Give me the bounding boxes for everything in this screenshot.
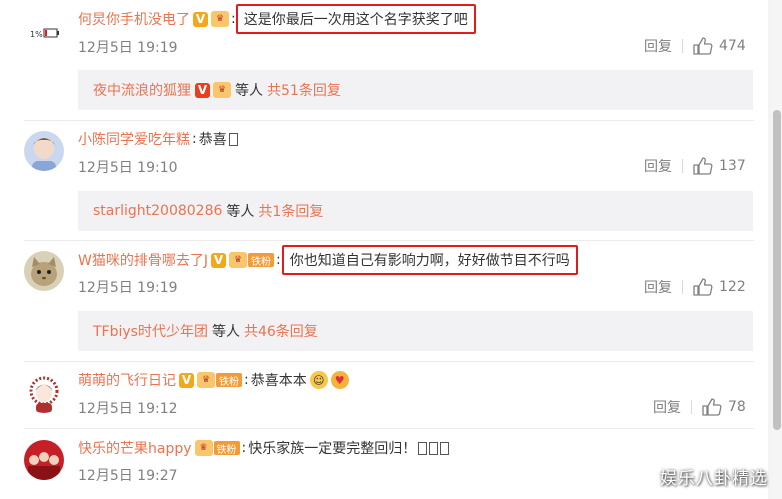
username[interactable]: 何炅你手机没电了 <box>78 9 190 29</box>
colon-separator: : <box>192 131 197 147</box>
thumbs-up-icon[interactable] <box>702 398 722 416</box>
comment-text: 快乐家族一定要完整回归！ <box>248 441 417 457</box>
reply-summary[interactable]: TFbiys时代少年团 等人 共46条回复 <box>78 311 753 351</box>
colon-separator: : <box>275 252 281 268</box>
vip-crown-icon: ♛ <box>194 440 213 456</box>
username[interactable]: 萌萌的飞行日记 <box>78 370 176 390</box>
colon-separator: : <box>241 440 247 456</box>
like-count: 122 <box>719 279 746 295</box>
reply-button[interactable]: 回复 <box>644 36 672 56</box>
action-divider <box>682 280 683 294</box>
reply-total-link[interactable]: 共46条回复 <box>244 321 318 341</box>
verified-v-icon: V <box>210 252 226 268</box>
reply-etc-label: 等人 <box>226 204 255 220</box>
missing-glyph-icon <box>418 441 428 455</box>
comment-text: 恭喜 <box>198 132 227 148</box>
reply-username[interactable]: starlight20080286 <box>93 203 222 219</box>
avatar[interactable] <box>24 251 64 291</box>
comment-text: 恭喜本本 <box>250 373 307 389</box>
comment-text: 这是你最后一次用这个名字获奖了吧 <box>243 12 468 28</box>
highlight-box: 你也知道自己有影响力啊，好好做节目不行吗 <box>281 245 578 275</box>
like-count: 474 <box>719 38 746 54</box>
avatar[interactable] <box>24 440 64 480</box>
comment-divider <box>24 428 754 429</box>
username[interactable]: 小陈同学爱吃年糕 <box>78 129 190 149</box>
reply-button[interactable]: 回复 <box>653 397 681 417</box>
comment-actions: 回复 137 <box>644 156 746 176</box>
avatar[interactable] <box>24 373 64 413</box>
reply-button[interactable]: 回复 <box>644 277 672 297</box>
thumbs-up-icon[interactable] <box>693 37 713 55</box>
reply-etc-label: 等人 <box>211 324 240 340</box>
missing-glyph-icon <box>228 132 238 146</box>
colon-separator: : <box>244 372 249 388</box>
reply-summary[interactable]: starlight20080286 等人 共1条回复 <box>78 191 753 231</box>
avatar[interactable] <box>24 131 64 171</box>
comment-text: 你也知道自己有影响力啊，好好做节目不行吗 <box>289 253 570 269</box>
reply-summary[interactable]: 夜中流浪的狐狸 V ♛ 等人 共51条回复 <box>78 70 753 110</box>
vip-crown-icon: ♛ <box>213 82 231 98</box>
action-divider <box>691 400 692 414</box>
grin-emoji-icon: ☺ <box>309 371 328 389</box>
vip-crown-icon: ♛ <box>197 372 215 388</box>
reply-button[interactable]: 回复 <box>644 156 672 176</box>
comment-date: 12月5日 19:27 <box>78 468 178 484</box>
vip-crown-icon: ♛ <box>211 11 229 27</box>
verified-v-icon: V <box>195 82 210 98</box>
verified-v-icon: V <box>179 372 194 388</box>
reply-total-link[interactable]: 共51条回复 <box>267 80 341 100</box>
comment-divider <box>24 120 754 121</box>
comment-date: 12月5日 19:12 <box>78 401 178 417</box>
avatar-battery-label: 1% <box>30 30 43 39</box>
action-divider <box>682 39 683 53</box>
verified-v-icon: V <box>193 11 208 27</box>
vip-crown-icon: ♛ <box>228 252 247 268</box>
heart-eyes-emoji-icon: ♥ <box>330 371 349 389</box>
like-count: 78 <box>728 399 746 415</box>
scrollbar[interactable] <box>772 0 782 499</box>
fan-badge: 铁粉 <box>213 441 240 456</box>
avatar[interactable]: 1% <box>24 12 64 52</box>
thumbs-up-icon[interactable] <box>693 157 713 175</box>
action-divider <box>682 159 683 173</box>
highlight-box: 这是你最后一次用这个名字获奖了吧 <box>235 4 476 34</box>
comment-actions: 回复 474 <box>644 36 746 56</box>
comment-actions: 回复 122 <box>644 277 746 297</box>
comment-divider <box>24 240 754 241</box>
missing-glyph-icon <box>429 441 439 455</box>
reply-username[interactable]: TFbiys时代少年团 <box>93 321 208 341</box>
thumbs-up-icon[interactable] <box>693 278 713 296</box>
reply-username[interactable]: 夜中流浪的狐狸 <box>93 80 191 100</box>
watermark: 娱乐八卦精选 <box>660 469 768 489</box>
comment-feed: 1% 何炅你手机没电了 V ♛ : 这是你最后一次用这个名字获奖了吧 12月5日… <box>0 0 782 499</box>
fan-badge: 铁粉 <box>216 373 242 388</box>
comment-actions: 回复 78 <box>653 397 746 417</box>
scrollbar-thumb[interactable] <box>773 110 781 430</box>
reply-total-link[interactable]: 共1条回复 <box>258 201 323 221</box>
comment-date: 12月5日 19:19 <box>78 40 178 56</box>
like-count: 137 <box>719 158 746 174</box>
reply-etc-label: 等人 <box>235 83 263 99</box>
username[interactable]: W猫咪的排骨哪去了J <box>78 250 208 270</box>
username[interactable]: 快乐的芒果happy <box>78 438 192 458</box>
comment-divider <box>24 361 754 362</box>
comment-date: 12月5日 19:10 <box>78 160 178 176</box>
fan-badge: 铁粉 <box>247 253 274 268</box>
missing-glyph-icon <box>440 441 450 455</box>
comment-date: 12月5日 19:19 <box>78 280 178 296</box>
